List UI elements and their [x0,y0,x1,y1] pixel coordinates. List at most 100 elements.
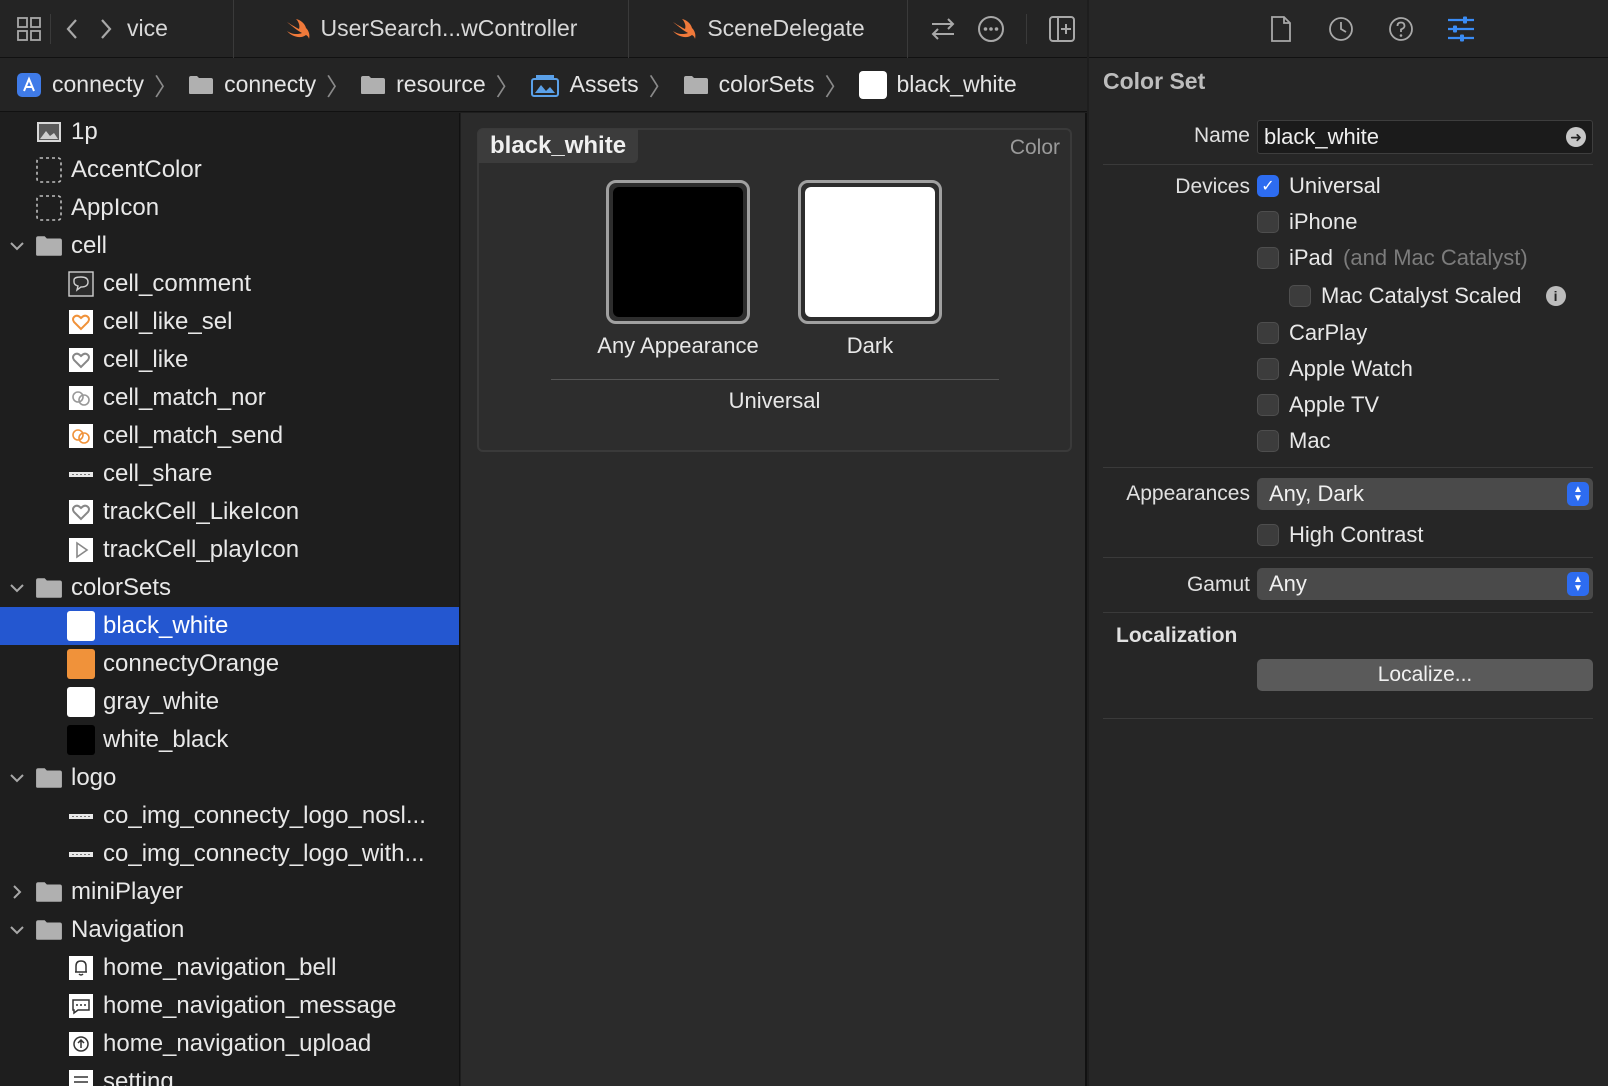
folder-row-colorsets[interactable]: colorSets [0,569,459,607]
gamut-popup[interactable]: Any ▲ ▼ [1257,568,1593,600]
swift-file-icon [673,18,696,39]
checkbox-box [1257,394,1279,416]
arrow-right-circle-icon[interactable]: ➜ [1566,127,1586,147]
file-inspector-icon[interactable] [1266,14,1296,44]
color-well-any-appearance[interactable] [606,180,750,324]
list-item[interactable]: cell_comment [0,265,459,303]
list-item[interactable]: AccentColor [0,151,459,189]
chevron-down-icon[interactable] [8,579,26,597]
list-item[interactable]: white_black [0,721,459,759]
tab-scenedelegate[interactable]: SceneDelegate [628,0,908,58]
chevron-down-icon[interactable] [8,921,26,939]
checkbox-box [1257,211,1279,233]
folder-row-logo[interactable]: logo [0,759,459,797]
list-item-selected[interactable]: black_white [0,607,459,645]
appearances-label: Appearances [1126,482,1250,505]
chevron-down-icon[interactable] [8,769,26,787]
name-field[interactable]: black_white ➜ [1257,120,1593,154]
localization-label: Localization [1116,624,1238,647]
checkbox-universal[interactable]: ✓ Universal [1257,173,1381,199]
list-item-label: cell_share [103,460,213,487]
list-item-label: Navigation [71,916,185,943]
name-label: Name [1193,124,1250,147]
checkbox-label: iPhone [1289,209,1358,234]
tab-clipped[interactable]: vice [123,0,233,58]
forward-icon[interactable] [89,12,123,46]
list-item[interactable]: co_img_connecty_logo_with... [0,835,459,873]
appearances-popup[interactable]: Any, Dark ▲ ▼ [1257,478,1593,510]
list-item-label: co_img_connecty_logo_with... [103,840,425,867]
color-swatch-icon [858,70,887,99]
checkbox-iphone[interactable]: iPhone [1257,209,1358,235]
back-icon[interactable] [55,12,89,46]
list-item-label: cell_like [103,346,189,373]
swap-arrows-icon[interactable] [926,12,960,46]
list-item[interactable]: cell_like [0,341,459,379]
checkbox-ipad[interactable]: iPad (and Mac Catalyst) [1257,245,1528,271]
list-item[interactable]: home_navigation_message [0,987,459,1025]
list-item[interactable]: gray_white [0,683,459,721]
color-set-kind: Color [1009,136,1060,159]
breadcrumb-item-colorsets[interactable]: colorSets [683,71,815,98]
add-editor-icon[interactable] [1045,12,1079,46]
chevron-updown-icon: ▲ ▼ [1567,482,1589,506]
play-icon [67,536,95,564]
checkbox-box [1257,524,1279,546]
breadcrumb-item-connecty[interactable]: connecty [188,71,316,98]
history-inspector-icon[interactable] [1326,14,1356,44]
chevron-down-icon[interactable] [8,237,26,255]
breadcrumb-item-project[interactable]: connecty [16,71,144,98]
list-item[interactable]: cell_match_nor [0,379,459,417]
color-well-dark[interactable] [798,180,942,324]
list-item-label: colorSets [71,574,172,601]
logo-strip-icon [67,802,95,830]
name-value: black_white [1264,124,1379,149]
tab-usersearch[interactable]: UserSearch...wController [233,0,628,58]
divider [1103,557,1593,558]
list-item-label: cell [71,232,108,259]
list-item[interactable]: cell_match_send [0,417,459,455]
inspector-title: Color Set [1103,68,1206,94]
checkbox-mac-catalyst-scaled[interactable]: Mac Catalyst Scaled i [1289,283,1566,309]
folder-row-navigation[interactable]: Navigation [0,911,459,949]
checkbox-high-contrast[interactable]: High Contrast [1257,522,1424,548]
chevron-right-icon: 〉 [824,74,849,101]
list-item[interactable]: trackCell_LikeIcon [0,493,459,531]
list-item[interactable]: cell_share [0,455,459,493]
list-item[interactable]: trackCell_playIcon [0,531,459,569]
logo-strip-icon [67,840,95,868]
list-item[interactable]: 1p [0,113,459,151]
list-item[interactable]: AppIcon [0,189,459,227]
breadcrumb-item-assets[interactable]: Assets [530,71,639,98]
heart-icon [67,498,95,526]
list-item-label: home_navigation_message [103,992,397,1019]
related-items-icon[interactable] [12,12,46,46]
more-options-icon[interactable] [974,12,1008,46]
upload-icon [67,1030,95,1058]
checkbox-mac[interactable]: Mac [1257,428,1331,454]
checkbox-apple-tv[interactable]: Apple TV [1257,392,1379,418]
breadcrumb-item-black-white[interactable]: black_white [858,70,1017,99]
breadcrumb-label: connecty [224,71,317,97]
checkbox-apple-watch[interactable]: Apple Watch [1257,356,1413,382]
folder-row-miniplayer[interactable]: miniPlayer [0,873,459,911]
list-item[interactable]: setting [0,1063,459,1086]
color-well-label: Any Appearance [597,333,759,358]
info-icon[interactable]: i [1545,286,1566,306]
list-item-label: cell_match_nor [103,384,266,411]
folder-icon [35,574,63,602]
localize-button[interactable]: Localize... [1257,659,1593,691]
list-item[interactable]: connectyOrange [0,645,459,683]
breadcrumb-item-resource[interactable]: resource [360,71,486,98]
color-well-label: Dark [846,333,894,358]
list-item[interactable]: co_img_connecty_logo_nosl... [0,797,459,835]
checkbox-carplay[interactable]: CarPlay [1257,320,1367,346]
list-item[interactable]: home_navigation_upload [0,1025,459,1063]
help-inspector-icon[interactable] [1386,14,1416,44]
list-item[interactable]: home_navigation_bell [0,949,459,987]
folder-row-cell[interactable]: cell [0,227,459,265]
attributes-inspector-icon[interactable] [1446,14,1476,44]
chevron-right-icon[interactable] [8,883,26,901]
list-item[interactable]: cell_like_sel [0,303,459,341]
list-item-label: cell_comment [103,270,252,297]
